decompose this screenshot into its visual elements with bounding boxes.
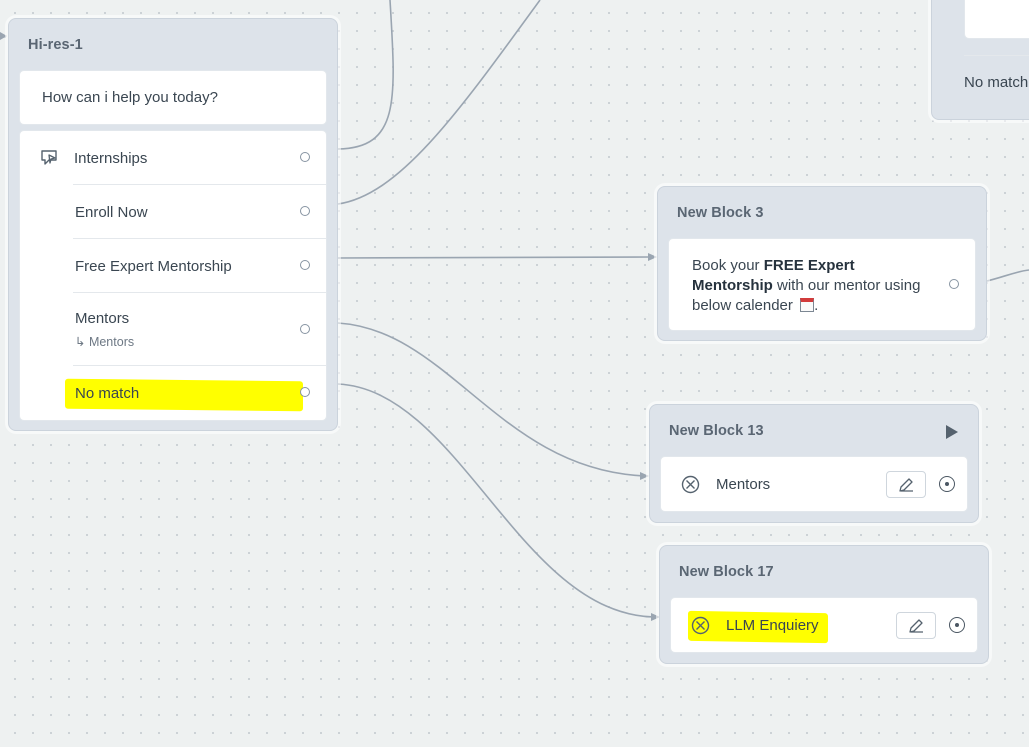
option-enroll-now[interactable]: Enroll Now <box>20 185 326 238</box>
message-port[interactable] <box>949 279 959 289</box>
arrow-block3 <box>648 253 657 261</box>
message-end: . <box>814 297 819 314</box>
block-title: New Block 3 <box>677 205 764 221</box>
option-no-match[interactable]: No match <box>20 366 326 420</box>
partial-no-match-label: No match <box>964 74 1029 91</box>
option-port[interactable] <box>300 152 310 162</box>
block-hi-res-1[interactable]: Hi-res-1 How can i help you today? Inter… <box>8 18 338 431</box>
option-port[interactable] <box>300 206 310 216</box>
action-card[interactable]: LLM Enquiery <box>670 597 978 653</box>
play-icon[interactable] <box>943 424 959 440</box>
option-mentors[interactable]: Mentors ↳ Mentors <box>20 293 326 364</box>
option-label: Free Expert Mentorship <box>75 258 232 275</box>
block-title: New Block 13 <box>669 423 764 439</box>
target-icon[interactable] <box>939 476 955 492</box>
edit-button[interactable] <box>896 612 936 639</box>
action-label: Mentors <box>716 476 771 493</box>
option-port[interactable] <box>300 324 310 334</box>
message-prefix: Book your <box>692 257 764 274</box>
partial-block-topright[interactable]: No match <box>931 0 1029 120</box>
prompt-text: How can i help you today? <box>42 89 218 106</box>
prompt-card[interactable]: How can i help you today? <box>19 70 327 125</box>
edit-button[interactable] <box>886 471 926 498</box>
calendar-icon <box>800 298 815 312</box>
option-label: Internships <box>74 150 148 167</box>
options-card: Internships Enroll Now Free Expert Mento… <box>19 130 327 421</box>
action-label: LLM Enquiery <box>726 617 819 634</box>
option-free-expert-mentorship[interactable]: Free Expert Mentorship <box>20 239 326 292</box>
partial-divider <box>964 55 1029 56</box>
action-cross-icon <box>681 475 700 494</box>
option-label: Mentors <box>75 310 130 327</box>
arrow-hires <box>0 32 7 40</box>
action-card[interactable]: Mentors <box>660 456 968 512</box>
option-sub-label: ↳ Mentors <box>75 335 135 349</box>
pencil-icon <box>909 618 923 633</box>
flow-canvas[interactable]: No match Hi-res-1 How can i help you tod… <box>0 0 1029 747</box>
pencil-icon <box>899 477 913 492</box>
block-new-block-3[interactable]: New Block 3 Book your FREE Expert Mentor… <box>657 186 987 341</box>
block-title: New Block 17 <box>679 564 774 580</box>
action-cross-icon <box>691 616 710 635</box>
option-label: No match <box>75 385 140 402</box>
message-text: Book your FREE Expert Mentorship with ou… <box>692 256 922 316</box>
option-internships[interactable]: Internships <box>20 131 326 184</box>
message-play-icon <box>41 150 57 165</box>
option-label: Enroll Now <box>75 204 148 221</box>
option-port[interactable] <box>300 387 310 397</box>
block-title: Hi-res-1 <box>28 37 83 53</box>
arrow-block13 <box>640 472 649 480</box>
target-icon[interactable] <box>949 617 965 633</box>
block-new-block-13[interactable]: New Block 13 Mentors <box>649 404 979 523</box>
block-new-block-17[interactable]: New Block 17 LLM Enquiery <box>659 545 989 664</box>
message-card[interactable]: Book your FREE Expert Mentorship with ou… <box>668 238 976 331</box>
option-port[interactable] <box>300 260 310 270</box>
partial-input-card <box>964 0 1029 39</box>
